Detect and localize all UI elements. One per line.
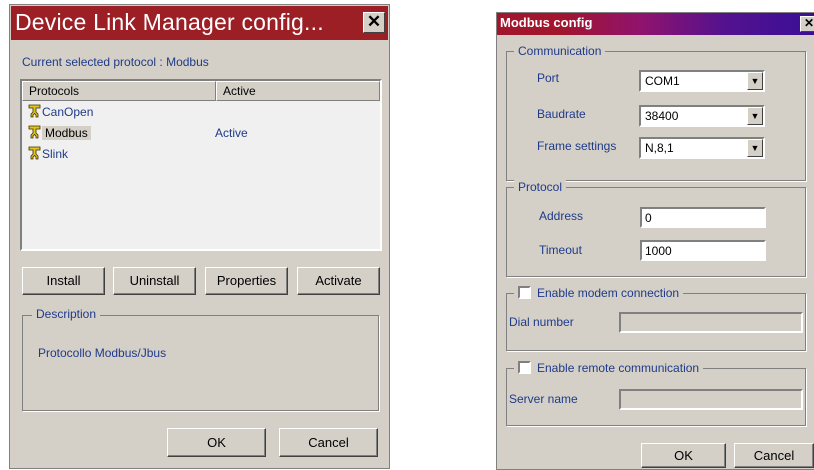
protocol-name: Slink <box>42 147 69 161</box>
device-link-manager-dialog: Device Link Manager config... ✕ Current … <box>9 4 390 469</box>
dialog-title: Device Link Manager config... <box>15 9 324 35</box>
current-protocol-label: Current selected protocol : Modbus <box>22 55 209 69</box>
communication-label: Communication <box>514 44 606 58</box>
chevron-down-icon[interactable]: ▼ <box>747 72 763 90</box>
plug-icon <box>28 146 41 160</box>
port-label: Port <box>537 71 560 85</box>
enable-remote-checkbox[interactable] <box>518 361 531 374</box>
description-label: Description <box>32 307 101 321</box>
install-button[interactable]: Install <box>22 267 105 295</box>
plug-icon <box>28 104 41 118</box>
properties-button[interactable]: Properties <box>205 267 288 295</box>
protocol-group <box>506 187 806 277</box>
list-item-modbus[interactable]: Modbus <box>28 123 91 144</box>
column-header-active[interactable]: Active <box>216 81 380 101</box>
address-value: 0 <box>645 211 652 225</box>
protocol-name: CanOpen <box>42 105 94 119</box>
dialog-title: Modbus config <box>500 15 593 30</box>
chevron-down-icon[interactable]: ▼ <box>747 139 763 157</box>
baudrate-label: Baudrate <box>537 107 586 121</box>
close-icon[interactable]: ✕ <box>800 16 814 32</box>
cancel-button[interactable]: Cancel <box>279 428 378 457</box>
server-name-input[interactable] <box>619 389 803 410</box>
description-text: Protocollo Modbus/Jbus <box>38 346 167 360</box>
address-label: Address <box>539 209 584 223</box>
active-status: Active <box>215 126 248 140</box>
activate-button[interactable]: Activate <box>297 267 380 295</box>
timeout-label: Timeout <box>539 243 582 257</box>
port-select[interactable]: COM1 ▼ <box>639 70 765 92</box>
enable-remote-checkbox-row[interactable]: Enable remote communication <box>514 361 704 375</box>
enable-modem-checkbox[interactable] <box>518 286 531 299</box>
column-header-protocols[interactable]: Protocols <box>22 81 216 101</box>
protocol-label: Protocol <box>514 180 567 194</box>
enable-modem-label: Enable modem connection <box>537 286 680 300</box>
title-bar[interactable]: Device Link Manager config... ✕ <box>11 6 388 40</box>
enable-remote-label: Enable remote communication <box>537 361 700 375</box>
dial-number-input[interactable] <box>619 312 803 333</box>
ok-button[interactable]: OK <box>641 443 726 468</box>
plug-icon <box>28 125 41 139</box>
timeout-input[interactable]: 1000 <box>640 240 766 261</box>
baudrate-select[interactable]: 38400 ▼ <box>639 105 765 127</box>
title-bar[interactable]: Modbus config ✕ <box>497 13 814 35</box>
modbus-config-dialog: Modbus config ✕ Communication Port COM1 … <box>496 12 814 470</box>
baudrate-value: 38400 <box>645 109 679 123</box>
frame-settings-label: Frame settings <box>537 139 617 153</box>
frame-settings-select[interactable]: N,8,1 ▼ <box>639 137 765 159</box>
ok-button[interactable]: OK <box>167 428 266 457</box>
description-group <box>22 315 379 411</box>
chevron-down-icon[interactable]: ▼ <box>747 107 763 125</box>
address-input[interactable]: 0 <box>640 207 766 228</box>
list-item-slink[interactable]: Slink <box>28 144 68 165</box>
timeout-value: 1000 <box>645 244 672 258</box>
dial-number-label: Dial number <box>509 315 574 329</box>
port-value: COM1 <box>645 74 680 88</box>
cancel-button[interactable]: Cancel <box>734 443 814 468</box>
frame-settings-value: N,8,1 <box>645 141 674 155</box>
server-name-label: Server name <box>509 392 578 406</box>
uninstall-button[interactable]: Uninstall <box>113 267 196 295</box>
protocol-name: Modbus <box>42 126 91 140</box>
enable-modem-checkbox-row[interactable]: Enable modem connection <box>514 286 684 300</box>
list-item-canopen[interactable]: CanOpen <box>28 102 93 123</box>
close-icon[interactable]: ✕ <box>363 12 385 33</box>
protocols-list[interactable]: Protocols Active CanOpen Modbus Active S… <box>20 79 382 251</box>
